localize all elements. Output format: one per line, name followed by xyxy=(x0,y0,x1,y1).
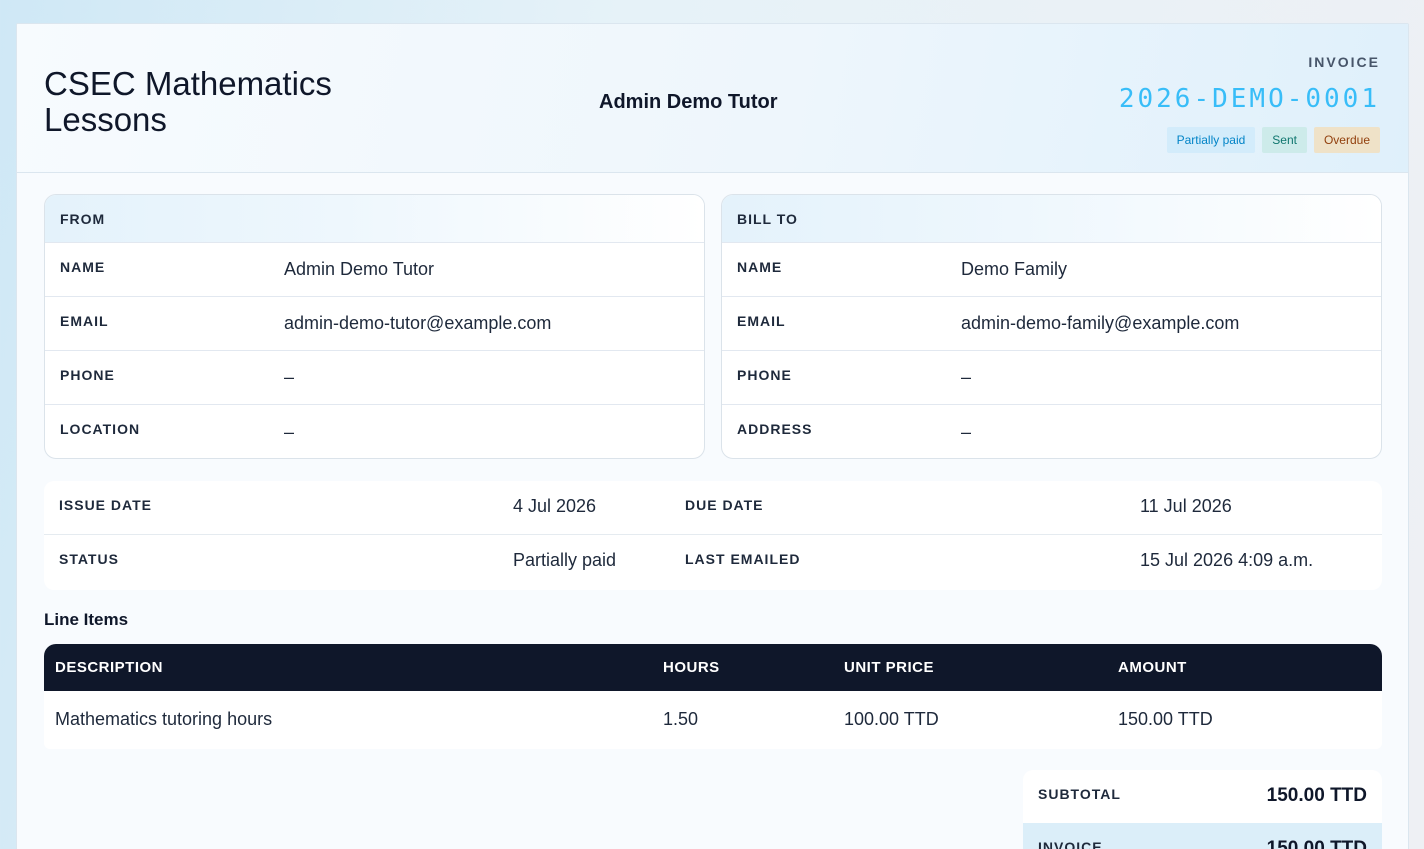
from-phone-label: PHONE xyxy=(60,367,115,383)
bill-to-row-phone: PHONE – xyxy=(722,351,1381,405)
invoice-total-row: INVOICE 150.00 TTD xyxy=(1023,823,1382,849)
meta-row-dates: ISSUE DATE 4 Jul 2026 DUE DATE 11 Jul 20… xyxy=(44,481,1382,535)
subtotal-row: SUBTOTAL 150.00 TTD xyxy=(1023,770,1382,823)
bill-to-row-address: ADDRESS – xyxy=(722,405,1381,458)
bill-to-email-value: admin-demo-family@example.com xyxy=(961,313,1240,333)
invoice-meta: ISSUE DATE 4 Jul 2026 DUE DATE 11 Jul 20… xyxy=(44,481,1382,590)
line-items-title: Line Items xyxy=(44,610,129,629)
from-row-location: LOCATION – xyxy=(45,405,704,458)
tutor-name: Admin Demo Tutor xyxy=(599,91,778,113)
from-row-name: NAME Admin Demo Tutor xyxy=(45,243,704,297)
table-header: DESCRIPTION HOURS UNIT PRICE AMOUNT xyxy=(44,644,1382,691)
bill-to-name-label: NAME xyxy=(737,259,783,275)
bill-to-address-value: – xyxy=(961,421,972,442)
issue-date-label: ISSUE DATE xyxy=(59,497,152,513)
last-emailed-value: 15 Jul 2026 4:09 a.m. xyxy=(1140,550,1314,570)
badge-partially-paid: Partially paid xyxy=(1166,127,1256,153)
from-name-label: NAME xyxy=(60,259,106,275)
cell-amount: 150.00 TTD xyxy=(1118,709,1213,729)
due-date-label: DUE DATE xyxy=(685,497,764,513)
badge-overdue: Overdue xyxy=(1313,127,1380,153)
badge-sent: Sent xyxy=(1262,127,1307,153)
invoice-number: 2026-DEMO-0001 xyxy=(1118,84,1380,114)
issue-date-value: 4 Jul 2026 xyxy=(513,496,597,516)
bill-to-title: BILL TO xyxy=(722,195,1381,243)
line-items-table: DESCRIPTION HOURS UNIT PRICE AMOUNT Math… xyxy=(44,644,1382,749)
cell-unit-price: 100.00 TTD xyxy=(844,709,939,729)
status-value: Partially paid xyxy=(513,550,617,570)
invoice-card: CSEC Mathematics Lessons Admin Demo Tuto… xyxy=(16,23,1409,849)
due-date-value: 11 Jul 2026 xyxy=(1140,496,1232,516)
cell-description: Mathematics tutoring hours xyxy=(55,709,273,729)
invoice-header: CSEC Mathematics Lessons Admin Demo Tuto… xyxy=(17,24,1408,173)
from-title: FROM xyxy=(45,195,704,243)
from-row-email: EMAIL admin-demo-tutor@example.com xyxy=(45,297,704,351)
subtotal-label: SUBTOTAL xyxy=(1038,786,1121,802)
from-phone-value: – xyxy=(284,367,295,387)
bill-to-phone-label: PHONE xyxy=(737,367,792,383)
bill-to-panel: BILL TO NAME Demo Family EMAIL admin-dem… xyxy=(721,194,1382,459)
subtotal-value: 150.00 TTD xyxy=(1266,785,1367,806)
invoice-total-value: 150.00 TTD xyxy=(1266,838,1367,849)
bill-to-name-value: Demo Family xyxy=(961,259,1068,279)
from-row-phone: PHONE – xyxy=(45,351,704,405)
status-badges: Partially paid Sent Overdue xyxy=(1166,127,1380,153)
table-row: Mathematics tutoring hours 1.50 100.00 T… xyxy=(44,691,1382,749)
last-emailed-label: LAST EMAILED xyxy=(685,551,801,567)
totals-box: SUBTOTAL 150.00 TTD INVOICE 150.00 TTD xyxy=(1023,770,1382,849)
col-unit-price: UNIT PRICE xyxy=(844,659,935,676)
invoice-label: INVOICE xyxy=(1308,54,1380,70)
from-panel: FROM NAME Admin Demo Tutor EMAIL admin-d… xyxy=(44,194,705,459)
col-description: DESCRIPTION xyxy=(55,659,164,676)
bill-to-email-label: EMAIL xyxy=(737,313,786,329)
cell-hours: 1.50 xyxy=(663,709,699,729)
from-email-label: EMAIL xyxy=(60,313,109,329)
from-location-value: – xyxy=(284,421,295,442)
business-title: CSEC Mathematics Lessons xyxy=(44,65,332,138)
status-label: STATUS xyxy=(59,551,119,567)
meta-row-status: STATUS Partially paid LAST EMAILED 15 Ju… xyxy=(44,535,1382,589)
from-location-label: LOCATION xyxy=(60,421,141,437)
from-name-value: Admin Demo Tutor xyxy=(284,259,435,279)
from-email-value: admin-demo-tutor@example.com xyxy=(284,313,552,333)
bill-to-row-email: EMAIL admin-demo-family@example.com xyxy=(722,297,1381,351)
col-amount: AMOUNT xyxy=(1118,659,1187,676)
invoice-total-label: INVOICE xyxy=(1038,839,1103,849)
bill-to-phone-value: – xyxy=(961,367,972,387)
col-hours: HOURS xyxy=(663,659,720,676)
bill-to-row-name: NAME Demo Family xyxy=(722,243,1381,297)
bill-to-address-label: ADDRESS xyxy=(737,421,813,437)
